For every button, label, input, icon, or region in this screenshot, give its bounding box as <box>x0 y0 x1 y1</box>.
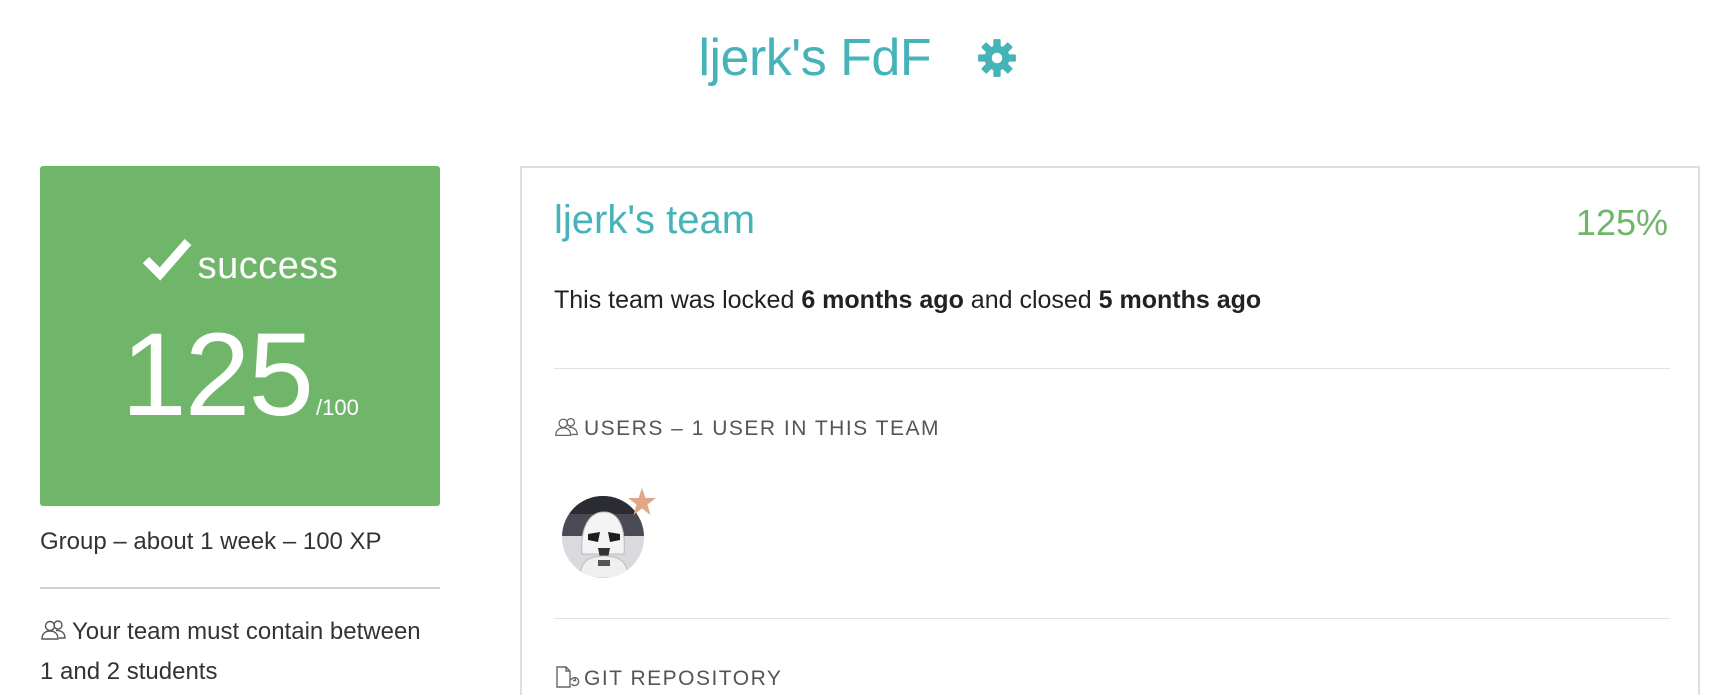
leader-star-icon <box>626 486 658 518</box>
users-section-heading: USERS – 1 USER IN THIS TEAM <box>554 416 940 441</box>
divider <box>40 587 440 589</box>
status-label: success <box>197 245 339 287</box>
project-page: ljerk's FdF success 125 /100 Group – abo… <box>0 0 1716 695</box>
team-name: ljerk's team <box>554 198 756 242</box>
team-rule-text: Your team must contain between 1 and 2 s… <box>40 618 421 685</box>
users-icon <box>40 614 68 640</box>
locked-ago: 6 months ago <box>801 286 964 314</box>
divider <box>554 368 1670 369</box>
git-section-heading: GIT REPOSITORY <box>554 666 782 691</box>
team-member[interactable] <box>562 486 658 582</box>
score-max: /100 <box>316 395 359 420</box>
score-line: 125/100 <box>40 316 440 434</box>
team-status: This team was locked 6 months ago and cl… <box>554 286 1261 315</box>
closed-ago: 5 months ago <box>1098 286 1262 314</box>
page-header: ljerk's FdF <box>0 28 1716 98</box>
page-title: ljerk's FdF <box>698 29 932 87</box>
final-score: 125 <box>121 309 314 441</box>
grade-card: success 125/100 <box>40 166 440 506</box>
users-icon <box>554 416 580 438</box>
gear-icon[interactable] <box>976 37 1018 79</box>
project-meta: Group – about 1 week – 100 XP <box>40 528 382 555</box>
status-prefix: This team was locked <box>554 286 802 314</box>
divider <box>554 618 1670 619</box>
check-icon <box>142 236 192 282</box>
status-line: success <box>40 236 440 288</box>
git-heading-text: GIT REPOSITORY <box>584 667 783 690</box>
users-heading-text: USERS – 1 USER IN THIS TEAM <box>584 417 940 440</box>
git-file-icon <box>554 666 580 688</box>
team-percent: 125% <box>1575 202 1668 243</box>
status-middle: and closed <box>963 286 1099 314</box>
team-size-rule: Your team must contain between 1 and 2 s… <box>40 612 440 692</box>
team-panel: ljerk's team 125% This team was locked 6… <box>520 166 1700 695</box>
